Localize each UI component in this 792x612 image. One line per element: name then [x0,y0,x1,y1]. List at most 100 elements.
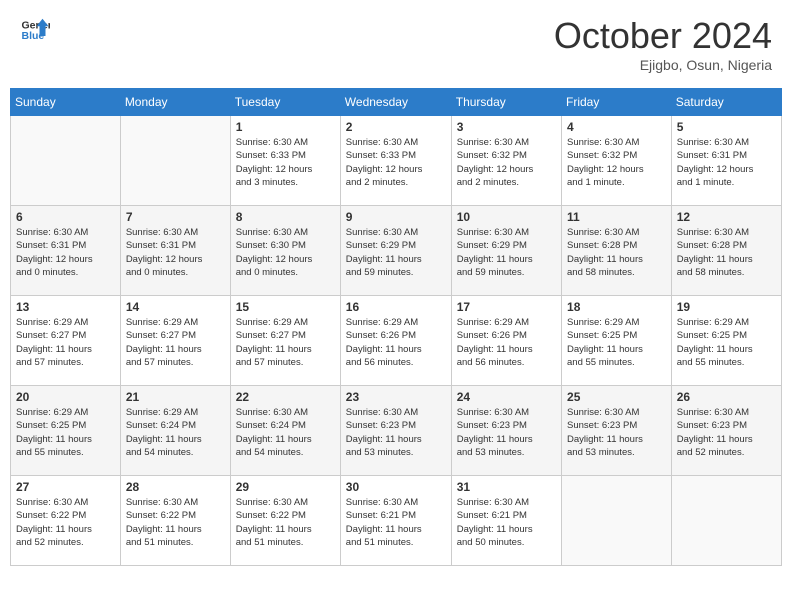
calendar-cell: 3Sunrise: 6:30 AM Sunset: 6:32 PM Daylig… [451,116,561,206]
day-number: 14 [126,300,225,314]
calendar-cell: 14Sunrise: 6:29 AM Sunset: 6:27 PM Dayli… [120,296,230,386]
day-info: Sunrise: 6:30 AM Sunset: 6:33 PM Dayligh… [236,136,335,189]
calendar-cell [11,116,121,206]
calendar-cell: 30 Sunrise: 6:30 AM Sunset: 6:21 PM Dayli… [340,476,451,566]
day-number: 15 [236,300,335,314]
day-info: Sunrise: 6:29 AM Sunset: 6:25 PM Dayligh… [567,316,666,369]
calendar-cell: 15Sunrise: 6:29 AM Sunset: 6:27 PM Dayli… [230,296,340,386]
logo: General Blue [20,15,50,45]
day-info: Sunrise: 6:29 AM Sunset: 6:26 PM Dayligh… [346,316,446,369]
day-info: Sunrise: 6:30 AM Sunset: 6:22 PM Dayligh… [236,496,335,549]
calendar-week-row: 13 Sunrise: 6:29 AM Sunset: 6:27 PM Dayli… [11,296,782,386]
day-number: 29 [236,480,335,494]
col-header-saturday: Saturday [671,89,781,116]
calendar-cell [562,476,672,566]
day-number: 30 [346,480,446,494]
day-info: Sunrise: 6:30 AM Sunset: 6:31 PM Dayligh… [16,226,115,279]
day-info: Sunrise: 6:30 AM Sunset: 6:33 PM Dayligh… [346,136,446,189]
calendar-week-row: 1 Sunrise: 6:30 AM Sunset: 6:33 PM Daylig… [11,116,782,206]
day-info: Sunrise: 6:30 AM Sunset: 6:23 PM Dayligh… [677,406,776,459]
calendar-cell: 21 Sunrise: 6:29 AM Sunset: 6:24 PM Dayli… [120,386,230,476]
calendar-week-row: 27 Sunrise: 6:30 AM Sunset: 6:22 PM Dayli… [11,476,782,566]
day-info: Sunrise: 6:29 AM Sunset: 6:24 PM Dayligh… [126,406,225,459]
day-number: 12 [677,210,776,224]
day-number: 17 [457,300,556,314]
day-info: Sunrise: 6:30 AM Sunset: 6:22 PM Dayligh… [16,496,115,549]
day-number: 2 [346,120,446,134]
col-header-wednesday: Wednesday [340,89,451,116]
calendar-cell: 29 Sunrise: 6:30 AM Sunset: 6:22 PM Dayli… [230,476,340,566]
calendar-cell: 4Sunrise: 6:30 AM Sunset: 6:32 PM Daylig… [562,116,672,206]
calendar-cell: 16 Sunrise: 6:29 AM Sunset: 6:26 PM Dayli… [340,296,451,386]
calendar-cell: 12 Sunrise: 6:30 AM Sunset: 6:28 PM Dayli… [671,206,781,296]
calendar-cell [671,476,781,566]
calendar-cell: 17 Sunrise: 6:29 AM Sunset: 6:26 PM Dayli… [451,296,561,386]
day-number: 19 [677,300,776,314]
col-header-sunday: Sunday [11,89,121,116]
calendar-cell: 25 Sunrise: 6:30 AM Sunset: 6:23 PM Dayli… [562,386,672,476]
day-number: 1 [236,120,335,134]
day-number: 27 [16,480,115,494]
day-number: 21 [126,390,225,404]
calendar-cell: 27 Sunrise: 6:30 AM Sunset: 6:22 PM Dayli… [11,476,121,566]
calendar-header-row: SundayMondayTuesdayWednesdayThursdayFrid… [11,89,782,116]
calendar-cell: 2 Sunrise: 6:30 AM Sunset: 6:33 PM Daylig… [340,116,451,206]
calendar-cell: 28 Sunrise: 6:30 AM Sunset: 6:22 PM Dayli… [120,476,230,566]
day-info: Sunrise: 6:30 AM Sunset: 6:28 PM Dayligh… [677,226,776,279]
calendar-cell: 11Sunrise: 6:30 AM Sunset: 6:28 PM Dayli… [562,206,672,296]
calendar-cell: 20Sunrise: 6:29 AM Sunset: 6:25 PM Dayli… [11,386,121,476]
day-number: 3 [457,120,556,134]
calendar-cell: 22 Sunrise: 6:30 AM Sunset: 6:24 PM Dayli… [230,386,340,476]
day-number: 5 [677,120,776,134]
calendar-cell: 18 Sunrise: 6:29 AM Sunset: 6:25 PM Dayli… [562,296,672,386]
day-info: Sunrise: 6:30 AM Sunset: 6:22 PM Dayligh… [126,496,225,549]
calendar-cell: 5 Sunrise: 6:30 AM Sunset: 6:31 PM Daylig… [671,116,781,206]
calendar-week-row: 6Sunrise: 6:30 AM Sunset: 6:31 PM Daylig… [11,206,782,296]
title-area: October 2024 Ejigbo, Osun, Nigeria [554,15,772,73]
day-info: Sunrise: 6:30 AM Sunset: 6:21 PM Dayligh… [457,496,556,549]
day-number: 28 [126,480,225,494]
calendar-week-row: 20Sunrise: 6:29 AM Sunset: 6:25 PM Dayli… [11,386,782,476]
day-number: 9 [346,210,446,224]
day-number: 25 [567,390,666,404]
day-number: 13 [16,300,115,314]
month-title: October 2024 [554,15,772,57]
location-subtitle: Ejigbo, Osun, Nigeria [554,57,772,73]
day-number: 22 [236,390,335,404]
day-info: Sunrise: 6:29 AM Sunset: 6:25 PM Dayligh… [677,316,776,369]
logo-icon: General Blue [20,15,50,45]
col-header-monday: Monday [120,89,230,116]
day-info: Sunrise: 6:30 AM Sunset: 6:23 PM Dayligh… [567,406,666,459]
day-info: Sunrise: 6:30 AM Sunset: 6:29 PM Dayligh… [457,226,556,279]
calendar-cell: 1 Sunrise: 6:30 AM Sunset: 6:33 PM Daylig… [230,116,340,206]
day-number: 16 [346,300,446,314]
col-header-friday: Friday [562,89,672,116]
day-info: Sunrise: 6:30 AM Sunset: 6:29 PM Dayligh… [346,226,446,279]
day-info: Sunrise: 6:30 AM Sunset: 6:23 PM Dayligh… [457,406,556,459]
day-info: Sunrise: 6:30 AM Sunset: 6:32 PM Dayligh… [567,136,666,189]
calendar-cell: 23Sunrise: 6:30 AM Sunset: 6:23 PM Dayli… [340,386,451,476]
calendar-cell: 10 Sunrise: 6:30 AM Sunset: 6:29 PM Dayli… [451,206,561,296]
calendar-cell: 19 Sunrise: 6:29 AM Sunset: 6:25 PM Dayli… [671,296,781,386]
day-info: Sunrise: 6:30 AM Sunset: 6:21 PM Dayligh… [346,496,446,549]
day-number: 20 [16,390,115,404]
calendar-cell: 7Sunrise: 6:30 AM Sunset: 6:31 PM Daylig… [120,206,230,296]
day-number: 31 [457,480,556,494]
day-number: 24 [457,390,556,404]
calendar-cell: 6Sunrise: 6:30 AM Sunset: 6:31 PM Daylig… [11,206,121,296]
day-info: Sunrise: 6:30 AM Sunset: 6:24 PM Dayligh… [236,406,335,459]
day-info: Sunrise: 6:30 AM Sunset: 6:28 PM Dayligh… [567,226,666,279]
day-info: Sunrise: 6:29 AM Sunset: 6:26 PM Dayligh… [457,316,556,369]
calendar-cell: 31 Sunrise: 6:30 AM Sunset: 6:21 PM Dayli… [451,476,561,566]
calendar-cell: 13 Sunrise: 6:29 AM Sunset: 6:27 PM Dayli… [11,296,121,386]
day-number: 18 [567,300,666,314]
day-number: 7 [126,210,225,224]
page-header: General Blue October 2024 Ejigbo, Osun, … [10,10,782,78]
day-info: Sunrise: 6:30 AM Sunset: 6:31 PM Dayligh… [677,136,776,189]
calendar-cell [120,116,230,206]
day-number: 10 [457,210,556,224]
calendar-table: SundayMondayTuesdayWednesdayThursdayFrid… [10,88,782,566]
day-info: Sunrise: 6:29 AM Sunset: 6:27 PM Dayligh… [16,316,115,369]
day-number: 23 [346,390,446,404]
day-info: Sunrise: 6:30 AM Sunset: 6:30 PM Dayligh… [236,226,335,279]
